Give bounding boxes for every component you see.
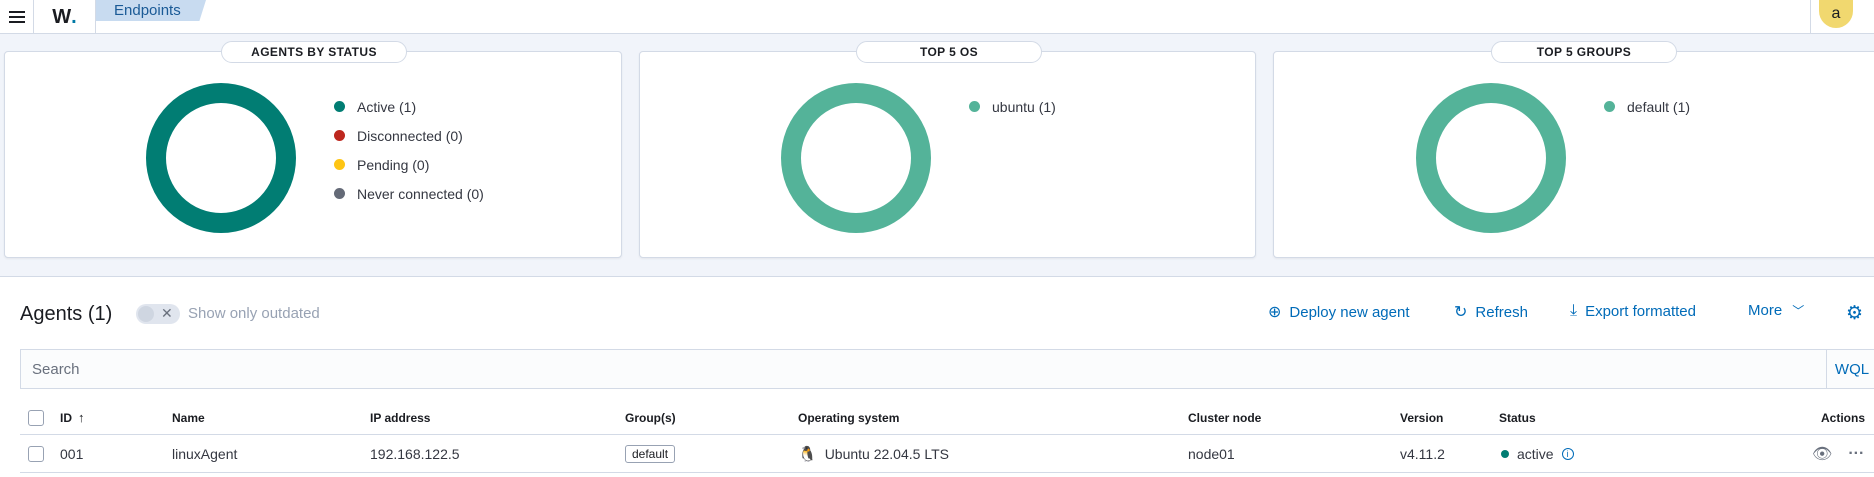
agent-cluster-node: node01 xyxy=(1188,445,1235,462)
search-bar: WQL xyxy=(20,349,1874,389)
row-checkbox[interactable] xyxy=(28,445,44,462)
panel-title: TOP 5 GROUPS xyxy=(1491,41,1677,63)
os-legend: ubuntu (1) xyxy=(969,92,1056,121)
menu-button[interactable] xyxy=(0,0,34,34)
select-all-checkbox[interactable] xyxy=(28,409,44,426)
agents-table-panel: Agents (1) ✕ Show only outdated ⊕ Deploy … xyxy=(0,276,1874,477)
agent-version: v4.11.2 xyxy=(1400,445,1445,462)
status-donut-chart xyxy=(146,83,296,233)
agents-title: Agents (1) xyxy=(20,303,113,325)
donut-ring xyxy=(146,83,296,233)
refresh-icon: ↻ xyxy=(1454,304,1468,321)
avatar[interactable]: a xyxy=(1819,0,1853,28)
column-header-ip[interactable]: IP address xyxy=(370,401,430,434)
refresh-label: Refresh xyxy=(1475,303,1528,321)
top-nav-bar: W. Endpoints a xyxy=(0,0,1874,34)
show-outdated-toggle[interactable]: ✕ xyxy=(136,304,180,324)
column-header-status[interactable]: Status xyxy=(1499,401,1536,434)
legend-label: Active (1) xyxy=(357,98,417,115)
group-badge[interactable]: default xyxy=(625,444,676,463)
export-formatted-button[interactable]: ⤓ Export formatted xyxy=(1570,302,1696,320)
legend-swatch xyxy=(334,188,345,199)
panel-title: TOP 5 OS xyxy=(856,41,1042,63)
breadcrumb-endpoints[interactable]: Endpoints xyxy=(96,0,206,21)
agent-group-cell: default xyxy=(625,435,676,472)
row-actions-cell: 👁 ··· xyxy=(1812,435,1864,472)
status-legend: Active (1) Disconnected (0) Pending (0) … xyxy=(334,92,484,208)
column-header-os[interactable]: Operating system xyxy=(798,401,899,434)
legend-item-disconnected[interactable]: Disconnected (0) xyxy=(334,121,484,150)
wql-button[interactable]: WQL xyxy=(1826,350,1874,388)
legend-label: Never connected (0) xyxy=(357,185,484,202)
os-donut-chart xyxy=(781,83,931,233)
column-header-id[interactable]: ID ↑ xyxy=(60,401,85,434)
chevron-down-icon: ﹀ xyxy=(1792,304,1805,318)
more-horizontal-icon[interactable]: ··· xyxy=(1848,445,1864,463)
agent-id: 001 xyxy=(60,445,84,462)
table-settings-button[interactable]: ⚙ xyxy=(1846,302,1863,325)
agent-os: Ubuntu 22.04.5 LTS xyxy=(824,445,949,462)
select-all-cell xyxy=(28,401,44,434)
legend-swatch xyxy=(334,130,345,141)
deploy-label: Deploy new agent xyxy=(1289,303,1410,321)
logo-text: W xyxy=(52,5,72,28)
column-header-groups[interactable]: Group(s) xyxy=(625,401,676,434)
legend-item-active[interactable]: Active (1) xyxy=(334,92,484,121)
legend-swatch xyxy=(969,101,980,112)
refresh-button[interactable]: ↻ Refresh xyxy=(1454,302,1528,322)
export-label: Export formatted xyxy=(1585,302,1696,320)
export-icon: ⤓ xyxy=(1570,302,1578,319)
more-button[interactable]: More ﹀ xyxy=(1748,302,1804,319)
column-label: ID xyxy=(60,410,72,425)
agent-name: linuxAgent xyxy=(172,445,238,462)
table-row[interactable]: 001 linuxAgent 192.168.122.5 default 🐧 Ub… xyxy=(20,435,1874,473)
eye-icon[interactable]: 👁 xyxy=(1812,444,1832,464)
column-header-name[interactable]: Name xyxy=(172,401,205,434)
more-label: More xyxy=(1748,302,1783,319)
legend-item-ubuntu[interactable]: ubuntu (1) xyxy=(969,92,1056,121)
legend-swatch xyxy=(334,101,345,112)
legend-label: ubuntu (1) xyxy=(992,98,1056,115)
row-select-cell xyxy=(28,435,44,472)
legend-item-default[interactable]: default (1) xyxy=(1604,92,1690,121)
logo-dot: . xyxy=(71,5,77,28)
toggle-off-icon: ✕ xyxy=(161,305,173,321)
top-5-os-panel: TOP 5 OS ubuntu (1) xyxy=(639,41,1256,258)
legend-item-pending[interactable]: Pending (0) xyxy=(334,150,484,179)
agent-ip: 192.168.122.5 xyxy=(370,445,460,462)
column-header-cluster-node[interactable]: Cluster node xyxy=(1188,401,1261,434)
table-header: ID ↑ Name IP address Group(s) Operating s… xyxy=(20,401,1874,435)
hamburger-icon xyxy=(8,11,25,23)
legend-swatch xyxy=(1604,101,1615,112)
toggle-knob xyxy=(138,306,154,322)
groups-legend: default (1) xyxy=(1604,92,1690,121)
plus-circle-icon: ⊕ xyxy=(1268,304,1282,321)
app-logo[interactable]: W. xyxy=(34,0,96,34)
sort-ascending-icon: ↑ xyxy=(78,410,85,425)
legend-label: Disconnected (0) xyxy=(357,127,463,144)
legend-label: default (1) xyxy=(1627,98,1691,115)
groups-donut-chart xyxy=(1416,83,1566,233)
info-icon[interactable]: i xyxy=(1561,447,1574,460)
legend-swatch xyxy=(334,159,345,170)
search-input[interactable] xyxy=(21,350,1826,388)
agent-os-cell: 🐧 Ubuntu 22.04.5 LTS xyxy=(798,435,949,472)
column-header-actions: Actions xyxy=(1821,410,1866,425)
show-outdated-label: Show only outdated xyxy=(188,305,320,322)
panel-title: AGENTS BY STATUS xyxy=(221,41,407,63)
agent-status: active xyxy=(1517,445,1554,462)
legend-item-never-connected[interactable]: Never connected (0) xyxy=(334,179,484,208)
donut-ring xyxy=(781,83,931,233)
legend-label: Pending (0) xyxy=(357,156,430,173)
agents-by-status-panel: AGENTS BY STATUS Active (1) Disconnected… xyxy=(4,41,622,258)
user-menu: a xyxy=(1810,0,1874,34)
column-header-version[interactable]: Version xyxy=(1400,401,1443,434)
deploy-new-agent-button[interactable]: ⊕ Deploy new agent xyxy=(1268,302,1410,322)
top-5-groups-panel: TOP 5 GROUPS default (1) xyxy=(1273,41,1874,258)
gear-icon: ⚙ xyxy=(1846,303,1864,324)
status-dot-icon xyxy=(1501,449,1509,458)
agent-status-cell: active i xyxy=(1501,435,1574,472)
donut-ring xyxy=(1416,83,1566,233)
linux-penguin-icon: 🐧 xyxy=(798,445,817,463)
